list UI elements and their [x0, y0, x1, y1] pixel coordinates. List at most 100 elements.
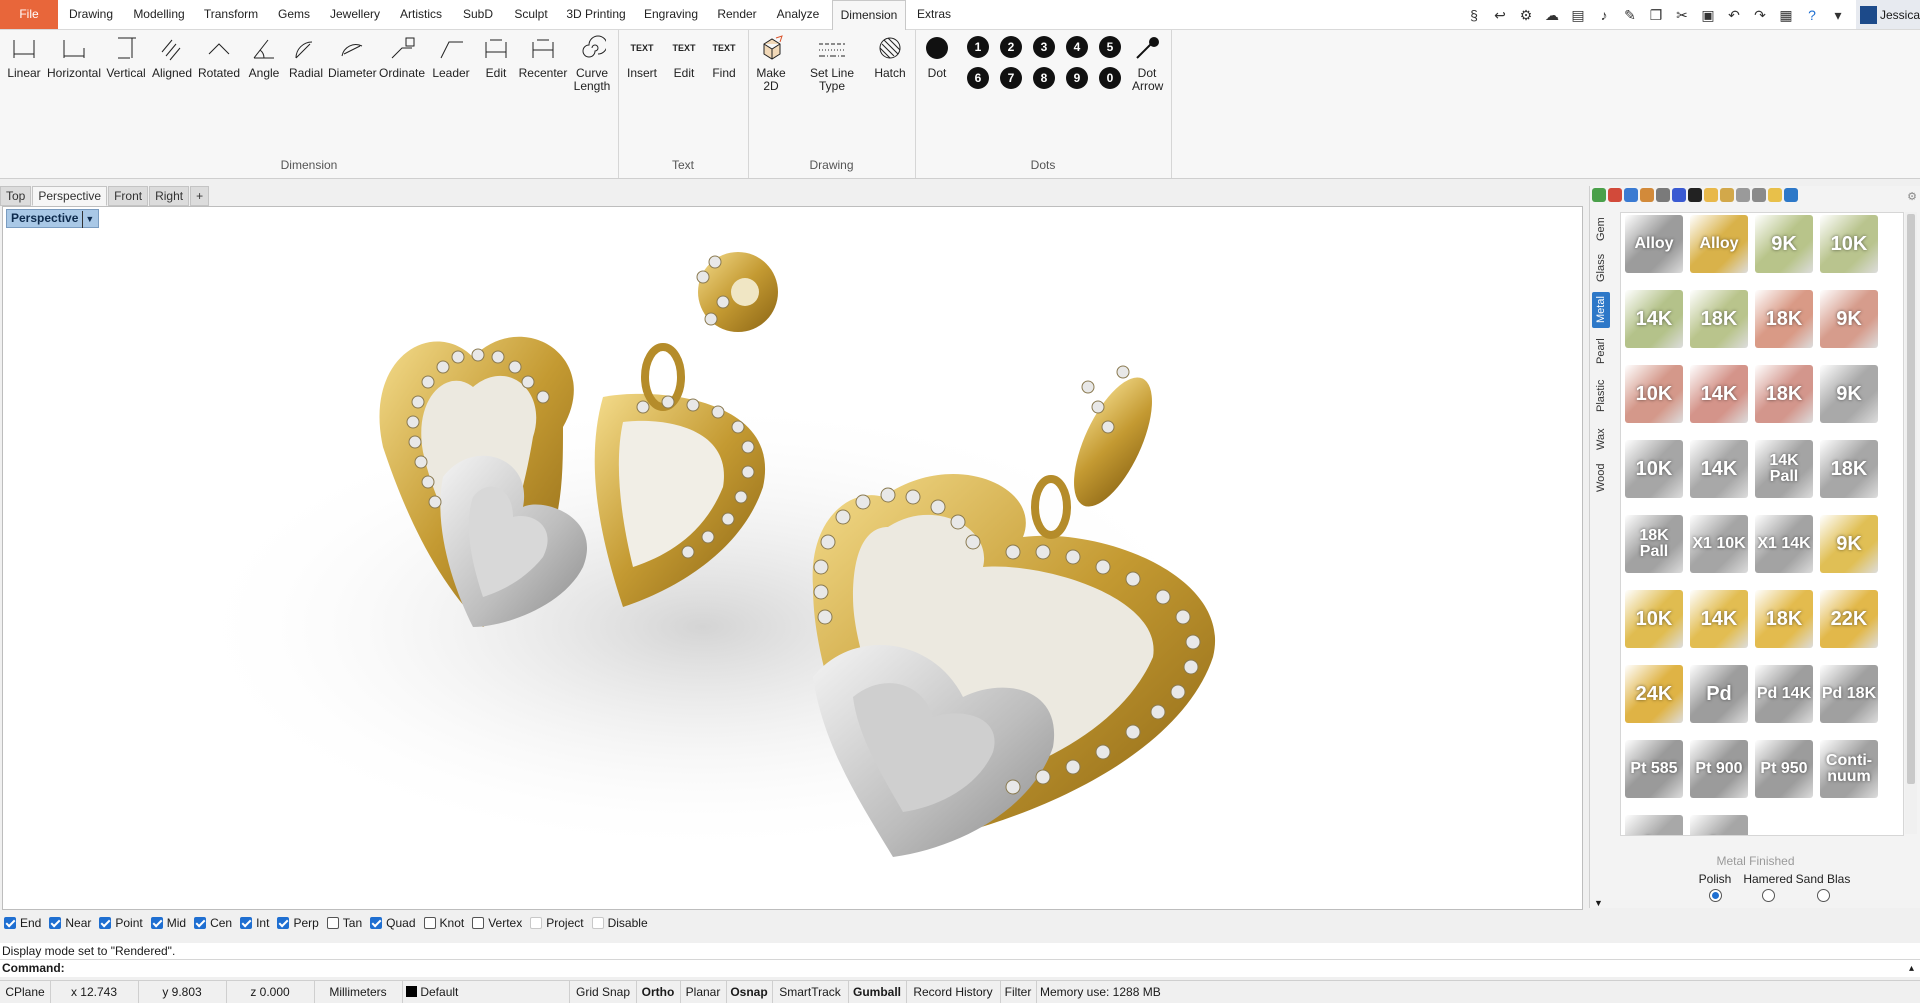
metal-swatch[interactable]: 9K [1820, 290, 1878, 348]
edit-dimension-button[interactable]: Edit [476, 32, 516, 80]
layer-status[interactable]: Default [402, 981, 570, 1003]
dot-4-button[interactable]: 4 [1066, 36, 1088, 58]
osnap-int[interactable]: Int [240, 916, 269, 930]
camera-icon[interactable] [1736, 188, 1750, 202]
viewport-tab-right[interactable]: Right [149, 186, 190, 206]
cplane-status[interactable]: CPlane [0, 981, 51, 1003]
record-history-toggle[interactable]: Record History [906, 981, 1001, 1003]
linear-button[interactable]: Linear [4, 32, 44, 80]
metal-swatch[interactable]: 14K [1625, 290, 1683, 348]
horizontal-button[interactable]: Horizontal [46, 32, 102, 80]
osnap-toggle[interactable]: Osnap [726, 981, 773, 1003]
metal-swatch[interactable]: Alloy [1625, 215, 1683, 273]
find-text-button[interactable]: TEXT Find [706, 32, 742, 80]
metal-swatch[interactable]: 14K Pall [1755, 440, 1813, 498]
tab-3d-printing[interactable]: 3D Printing [560, 0, 632, 29]
osnap-checkbox[interactable] [277, 917, 290, 929]
metal-swatch[interactable]: X1 10K [1690, 515, 1748, 573]
osnap-vertex[interactable]: Vertex [472, 916, 522, 930]
customize-icon[interactable]: ▾ [1826, 4, 1850, 26]
metal-swatch[interactable]: Alloy [1690, 215, 1748, 273]
osnap-project[interactable]: Project [530, 916, 584, 930]
dot-3-button[interactable]: 3 [1033, 36, 1055, 58]
dot-7-button[interactable]: 7 [1000, 67, 1022, 89]
metal-swatch[interactable]: Pd [1690, 665, 1748, 723]
sun-icon[interactable] [1720, 188, 1734, 202]
redo-icon[interactable]: ↷ [1748, 4, 1772, 26]
osnap-tan[interactable]: Tan [326, 916, 362, 930]
osnap-disable[interactable]: Disable [591, 916, 648, 930]
save-icon[interactable]: ▦ [1774, 4, 1798, 26]
metal-swatch[interactable]: 9K [1755, 215, 1813, 273]
osnap-cen[interactable]: Cen [194, 916, 232, 930]
tab-jewellery[interactable]: Jewellery [322, 0, 388, 29]
copy-icon[interactable]: ❐ [1644, 4, 1668, 26]
tab-dimension[interactable]: Dimension [832, 0, 906, 30]
cut-icon[interactable]: ✂ [1670, 4, 1694, 26]
viewport-tab-perspective[interactable]: Perspective [32, 186, 108, 206]
metal-swatch[interactable]: 18K [1755, 590, 1813, 648]
metal-swatch[interactable]: 10K [1820, 215, 1878, 273]
dot-9-button[interactable]: 9 [1066, 67, 1088, 89]
diameter-button[interactable]: Diameter [328, 32, 377, 80]
metal-swatch[interactable]: 9K [1820, 365, 1878, 423]
tab-sculpt[interactable]: Sculpt [506, 0, 556, 29]
printer-icon[interactable] [1752, 188, 1766, 202]
tab-gems[interactable]: Gems [270, 0, 318, 29]
command-line[interactable]: Command: ▴ [0, 959, 1920, 977]
hatch-button[interactable]: Hatch [872, 32, 908, 80]
tab-drawing[interactable]: Drawing [60, 0, 122, 29]
rgb-icon[interactable] [1688, 188, 1702, 202]
edit-text-button[interactable]: TEXT Edit [666, 32, 702, 80]
metal-swatch[interactable]: Pd 18K [1820, 665, 1878, 723]
tab-artistics[interactable]: Artistics [392, 0, 450, 29]
dot-6-button[interactable]: 6 [967, 67, 989, 89]
edit-icon[interactable]: ✎ [1618, 4, 1642, 26]
user-account[interactable]: Jessica [1856, 0, 1920, 29]
vertical-button[interactable]: Vertical [104, 32, 148, 80]
sand-blast-radio[interactable] [1816, 889, 1830, 902]
dot-5-button[interactable]: 5 [1099, 36, 1121, 58]
osnap-checkbox[interactable] [4, 917, 16, 929]
add-viewport-tab-icon[interactable]: + [190, 186, 210, 206]
metal-swatch[interactable]: 24K [1625, 665, 1683, 723]
ordinate-button[interactable]: Ordinate [378, 32, 426, 80]
globe-icon[interactable] [1624, 188, 1638, 202]
aligned-button[interactable]: Aligned [150, 32, 194, 80]
planar-toggle[interactable]: Planar [680, 981, 727, 1003]
tab-analyze[interactable]: Analyze [768, 0, 828, 29]
tab-gem[interactable]: Gem [1592, 214, 1610, 244]
metal-swatch[interactable]: Pt 900 [1690, 740, 1748, 798]
tab-render[interactable]: Render [710, 0, 764, 29]
tab-plastic[interactable]: Plastic [1592, 374, 1610, 418]
metal-swatch[interactable]: 10K [1625, 440, 1683, 498]
finish-sand-blast[interactable]: Sand Blas [1788, 872, 1858, 902]
metal-swatch[interactable]: Ag [1625, 815, 1683, 835]
tab-extras[interactable]: Extras [908, 0, 960, 29]
osnap-checkbox[interactable] [49, 917, 62, 929]
metal-swatch[interactable]: Pd 14K [1755, 665, 1813, 723]
osnap-near[interactable]: Near [49, 916, 91, 930]
dot-2-button[interactable]: 2 [1000, 36, 1022, 58]
osnap-checkbox[interactable] [99, 917, 112, 929]
osnap-quad[interactable]: Quad [370, 916, 416, 930]
metal-swatch[interactable]: 14K [1690, 590, 1748, 648]
osnap-point[interactable]: Point [99, 916, 143, 930]
layers-icon[interactable] [1656, 188, 1670, 202]
panel-scroll-down-icon[interactable]: ▼ [1594, 898, 1603, 908]
osnap-checkbox[interactable] [326, 917, 339, 929]
make-2d-button[interactable]: Make 2D [756, 32, 786, 93]
viewport-tab-top[interactable]: Top [0, 186, 32, 206]
network-icon[interactable]: ⚙ [1514, 4, 1538, 26]
ortho-toggle[interactable]: Ortho [636, 981, 681, 1003]
hamered-radio[interactable] [1761, 889, 1775, 902]
scrollbar-thumb[interactable] [1907, 214, 1915, 784]
polish-radio[interactable] [1708, 889, 1722, 902]
radial-button[interactable]: Radial [286, 32, 326, 80]
undo-icon[interactable]: ↶ [1722, 4, 1746, 26]
metal-swatch[interactable]: 9K [1820, 515, 1878, 573]
grid-snap-toggle[interactable]: Grid Snap [570, 981, 637, 1003]
tab-pearl[interactable]: Pearl [1592, 334, 1610, 368]
units-status[interactable]: Millimeters [314, 981, 403, 1003]
osnap-checkbox[interactable] [423, 917, 436, 929]
